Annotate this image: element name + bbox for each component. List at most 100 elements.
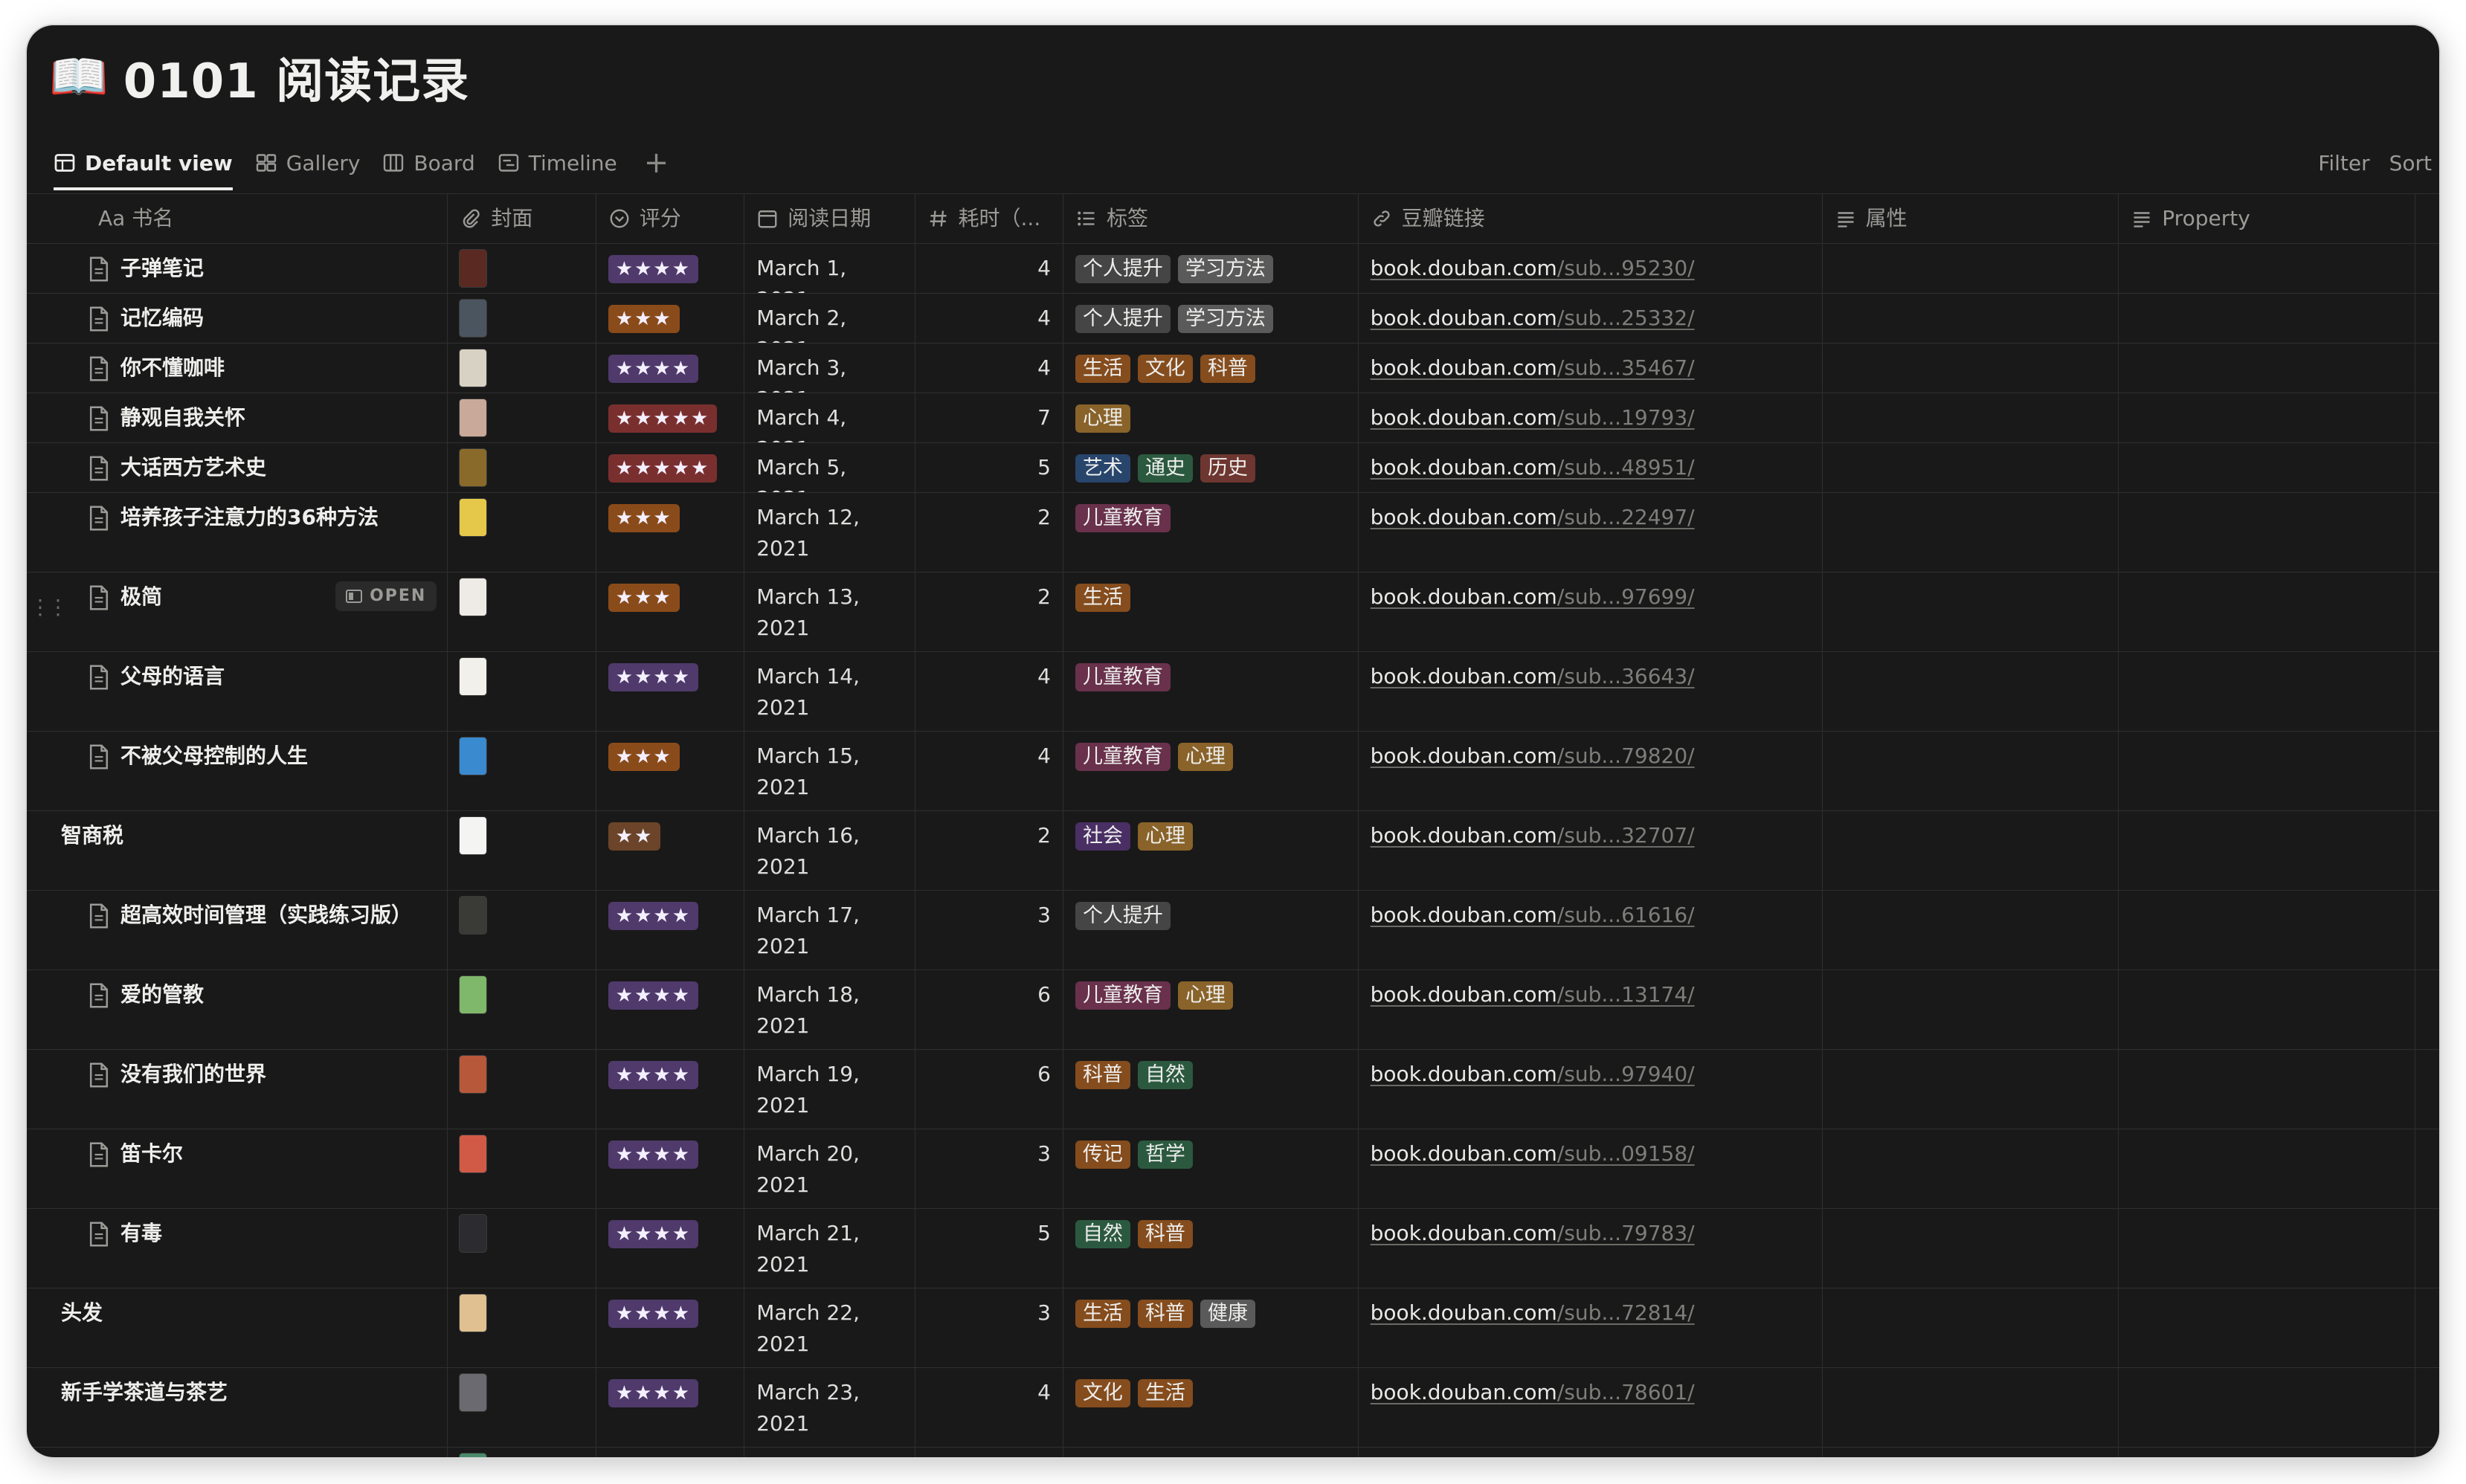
column-header-cover[interactable]: 封面: [448, 194, 596, 243]
douban-link[interactable]: book.douban.com/sub...61616/: [1371, 903, 1695, 927]
cell-cover[interactable]: [448, 1209, 596, 1288]
book-title[interactable]: 有毒: [88, 1218, 435, 1249]
cell-attr[interactable]: [1823, 294, 2119, 343]
cell-name[interactable]: ⋮⋮ 极简 OPEN: [27, 572, 448, 651]
cell-date[interactable]: March 20, 2021: [744, 1129, 915, 1208]
cell-cover[interactable]: [448, 811, 596, 890]
cell-attr[interactable]: [1823, 891, 2119, 970]
cell-date[interactable]: March 3, 2021: [744, 343, 915, 393]
cell-time[interactable]: 4: [915, 1368, 1063, 1447]
filter-button[interactable]: Filter: [2318, 151, 2369, 175]
cell-cover[interactable]: [448, 1448, 596, 1457]
cell-link[interactable]: book.douban.com/sub...79783/: [1359, 1209, 1823, 1288]
tag-chip[interactable]: 儿童教育: [1075, 663, 1171, 691]
cell-property[interactable]: [2119, 493, 2416, 572]
cell-name[interactable]: 爱的管教: [27, 970, 448, 1049]
cell-link[interactable]: book.douban.com/sub...13174/: [1359, 970, 1823, 1049]
cell-time[interactable]: 4: [915, 652, 1063, 731]
douban-link[interactable]: book.douban.com/sub...97940/: [1371, 1062, 1695, 1086]
cell-property[interactable]: [2119, 970, 2416, 1049]
cell-rating[interactable]: ★★★★★: [596, 443, 745, 492]
table-row[interactable]: 超高效时间管理（实践练习版） ★★★★ March 17, 2021 3 个人提…: [27, 891, 2439, 970]
tag-chip[interactable]: 文化: [1137, 355, 1193, 383]
book-cover-thumbnail[interactable]: [460, 349, 487, 387]
rating-stars[interactable]: ★★★★: [608, 663, 699, 691]
cell-rating[interactable]: ★★★★: [596, 652, 745, 731]
douban-link[interactable]: book.douban.com/sub...79783/: [1371, 1221, 1695, 1245]
rating-stars[interactable]: ★★★★: [608, 981, 699, 1010]
cell-date[interactable]: March 19, 2021: [744, 1050, 915, 1129]
cell-cover[interactable]: [448, 343, 596, 393]
cell-tags[interactable]: 传记 哲学: [1063, 1129, 1359, 1208]
cell-date[interactable]: March 4, 2021: [744, 393, 915, 442]
cell-tags[interactable]: 个人提升: [1063, 891, 1359, 970]
tag-chip[interactable]: 儿童教育: [1075, 743, 1171, 771]
cell-date[interactable]: March 24,: [744, 1448, 915, 1457]
cell-cover[interactable]: [448, 1288, 596, 1367]
cell-link[interactable]: book.douban.com/sub...95230/: [1359, 244, 1823, 293]
cell-property[interactable]: [2119, 1288, 2416, 1367]
cell-name[interactable]: 超高效时间管理（实践练习版）: [27, 891, 448, 970]
book-title[interactable]: 头发: [61, 1297, 435, 1329]
cell-time[interactable]: 3: [915, 1288, 1063, 1367]
table-row[interactable]: 子弹笔记 ★★★★ March 1, 2021 4 个人提升学习方法 book.…: [27, 244, 2439, 294]
tab-board[interactable]: Board: [382, 137, 475, 189]
book-title[interactable]: 爱的管教: [88, 979, 435, 1010]
tag-chip[interactable]: 通史: [1137, 454, 1193, 483]
cell-property[interactable]: [2119, 244, 2416, 293]
cell-name[interactable]: 培养孩子注意力的36种方法: [27, 493, 448, 572]
book-title[interactable]: 智商税: [61, 820, 435, 851]
cell-link[interactable]: book.douban.com/sub...76237/: [1359, 1448, 1823, 1457]
book-title[interactable]: 笛卡尔: [88, 1138, 435, 1170]
tab-gallery[interactable]: Gallery: [255, 137, 360, 189]
tag-chip[interactable]: 心理: [1177, 981, 1233, 1010]
tag-chip[interactable]: 心理: [1177, 743, 1233, 771]
table-row[interactable]: 头发 ★★★★ March 22, 2021 3 生活 科普 健康 book.dou…: [27, 1288, 2439, 1368]
douban-link[interactable]: book.douban.com/sub...22497/: [1371, 505, 1695, 529]
cell-name[interactable]: 笛卡尔: [27, 1129, 448, 1208]
tag-chip[interactable]: 文化: [1075, 1379, 1130, 1407]
douban-link[interactable]: book.douban.com/sub...25332/: [1371, 306, 1695, 330]
tag-chip[interactable]: 科普: [1200, 355, 1255, 383]
cell-date[interactable]: March 23, 2021: [744, 1368, 915, 1447]
tag-chip[interactable]: 传记: [1075, 1141, 1130, 1169]
tag-chip[interactable]: 生活: [1137, 1379, 1193, 1407]
cell-tags[interactable]: 儿童教育 心理: [1063, 732, 1359, 810]
cell-date[interactable]: March 5, 2021: [744, 443, 915, 492]
cell-tags[interactable]: 个人提升 学习方法: [1063, 244, 1359, 293]
cell-date[interactable]: March 18, 2021: [744, 970, 915, 1049]
cell-attr[interactable]: [1823, 572, 2119, 651]
tag-chip[interactable]: 个人提升: [1075, 255, 1171, 283]
rating-stars[interactable]: ★★★★: [608, 1300, 699, 1328]
cell-time[interactable]: 6: [915, 1050, 1063, 1129]
cell-attr[interactable]: [1823, 393, 2119, 442]
cell-rating[interactable]: ★★★★: [596, 1209, 745, 1288]
cell-date[interactable]: March 15, 2021: [744, 732, 915, 810]
cell-link[interactable]: book.douban.com/sub...09158/: [1359, 1129, 1823, 1208]
cell-property[interactable]: [2119, 1050, 2416, 1129]
douban-link[interactable]: book.douban.com/sub...09158/: [1371, 1141, 1695, 1166]
cell-property[interactable]: [2119, 393, 2416, 442]
cell-property[interactable]: [2119, 732, 2416, 810]
cell-name[interactable]: 我包罗万象: [27, 1448, 448, 1457]
cell-property[interactable]: [2119, 1209, 2416, 1288]
cell-time[interactable]: 5: [915, 1209, 1063, 1288]
book-cover-thumbnail[interactable]: [460, 658, 487, 695]
cell-name[interactable]: 智商税: [27, 811, 448, 890]
cell-property[interactable]: [2119, 811, 2416, 890]
cell-cover[interactable]: [448, 1050, 596, 1129]
book-title[interactable]: 新手学茶道与茶艺: [61, 1377, 435, 1408]
rating-stars[interactable]: ★★★: [608, 305, 680, 333]
book-cover-thumbnail[interactable]: [460, 449, 487, 486]
column-header-property[interactable]: Property: [2119, 194, 2415, 243]
cell-tags[interactable]: 文化 生活: [1063, 1368, 1359, 1447]
cell-property[interactable]: [2119, 572, 2416, 651]
douban-link[interactable]: book.douban.com/sub...35467/: [1371, 355, 1695, 380]
cell-rating[interactable]: ★★★★: [596, 1288, 745, 1367]
douban-link[interactable]: book.douban.com/sub...13174/: [1371, 982, 1695, 1007]
cell-cover[interactable]: [448, 294, 596, 343]
cell-name[interactable]: 有毒: [27, 1209, 448, 1288]
book-cover-thumbnail[interactable]: [460, 897, 487, 934]
cell-tags[interactable]: 艺术 通史 历史: [1063, 443, 1359, 492]
add-view-button[interactable]: +: [644, 146, 669, 180]
